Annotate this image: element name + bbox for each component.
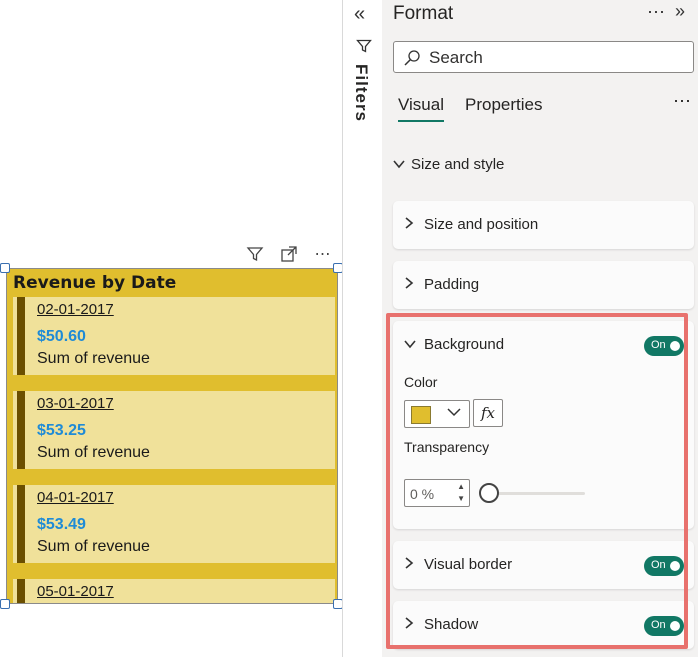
expand-chevron-icon[interactable]: » [675,1,685,22]
row-accent-bar [17,485,25,563]
section-label: Size and style [411,156,505,173]
pane-title: Format [393,3,454,24]
card-visual[interactable]: Revenue by Date 02-01-2017 $50.60 Sum of… [6,268,338,604]
row-date: 03-01-2017 [37,395,114,412]
toggle-knob [670,341,680,351]
group-label: Visual border [424,556,513,573]
list-item[interactable]: 02-01-2017 $50.60 Sum of revenue [13,297,335,375]
group-header: Padding [404,276,479,293]
row-label: Sum of revenue [37,444,150,461]
chevron-down-icon [447,406,461,421]
group-background: Background On Color fx Transparency 0 % … [393,321,694,529]
row-label: Sum of revenue [37,538,150,555]
row-date: 04-01-2017 [37,489,114,506]
group-header[interactable]: Background [404,336,504,353]
filter-icon[interactable] [356,38,372,59]
shadow-toggle[interactable]: On [644,616,684,636]
color-picker[interactable] [404,400,470,428]
toggle-label: On [651,339,666,351]
group-size-and-position[interactable]: Size and position [393,201,694,249]
chevron-down-icon [393,157,405,172]
list-item[interactable]: 03-01-2017 $53.25 Sum of revenue [13,391,335,469]
search-icon [403,49,421,72]
conditional-format-button[interactable]: fx [473,399,503,427]
report-canvas: ⋯ Revenue by Date 02-01-2017 $50.60 Sum … [0,0,343,657]
background-toggle[interactable]: On [644,336,684,356]
group-label: Shadow [424,616,479,633]
filters-label[interactable]: Filters [351,64,371,122]
filters-pane-collapsed: « Filters [342,0,382,657]
visual-header: ⋯ [244,243,334,265]
search-input[interactable]: Search [393,41,694,73]
toggle-label: On [651,559,666,571]
group-shadow[interactable]: Shadow On [393,601,694,649]
toggle-knob [670,561,680,571]
format-pane: Format ⋯ » Search Visual Properties ⋯ Si… [382,0,698,657]
list-item[interactable]: 04-01-2017 $53.49 Sum of revenue [13,485,335,563]
color-swatch [411,406,431,424]
pane-tabs: Visual Properties ⋯ [393,91,698,125]
section-size-and-style[interactable]: Size and style [393,156,504,173]
chevron-right-icon [404,617,416,632]
tab-properties[interactable]: Properties [465,95,542,115]
search-placeholder: Search [429,48,483,67]
row-value: $53.49 [37,516,86,533]
spinner-icon[interactable]: ▲ ▼ [457,481,465,505]
filter-icon[interactable] [244,243,266,265]
transparency-value: 0 % [410,486,435,502]
chevron-right-icon [404,277,416,292]
toggle-label: On [651,619,666,631]
row-value: $50.60 [37,328,86,345]
row-date: 02-01-2017 [37,301,114,318]
collapse-chevron-icon[interactable]: « [354,3,365,26]
transparency-label: Transparency [404,439,490,455]
group-label: Padding [424,276,480,293]
group-padding[interactable]: Padding [393,261,694,309]
row-accent-bar [17,579,25,603]
chevron-right-icon [404,557,416,572]
color-label: Color [404,374,438,390]
row-date: 05-01-2017 [37,583,114,600]
transparency-slider-thumb[interactable] [479,483,499,503]
resize-handle-top-left[interactable] [0,263,10,273]
focus-mode-icon[interactable] [278,243,300,265]
chevron-right-icon [404,217,416,232]
group-header: Size and position [404,216,538,233]
transparency-slider-track[interactable] [489,492,585,495]
transparency-input[interactable]: 0 % ▲ ▼ [404,479,470,507]
toggle-knob [670,621,680,631]
group-header: Shadow [404,616,478,633]
group-header: Visual border [404,556,512,573]
row-value: $53.25 [37,422,86,439]
group-visual-border[interactable]: Visual border On [393,541,694,589]
group-label: Background [424,336,505,353]
tab-visual[interactable]: Visual [398,95,444,122]
row-accent-bar [17,297,25,375]
visual-title: Revenue by Date [13,273,177,293]
more-options-icon[interactable]: ⋯ [312,243,334,265]
group-label: Size and position [424,216,539,233]
more-options-icon[interactable]: ⋯ [647,2,666,23]
row-accent-bar [17,391,25,469]
chevron-down-icon [404,337,416,352]
resize-handle-bottom-left[interactable] [0,599,10,609]
visual-border-toggle[interactable]: On [644,556,684,576]
more-options-icon[interactable]: ⋯ [673,91,692,112]
row-label: Sum of revenue [37,350,150,367]
list-item[interactable]: 05-01-2017 [13,579,335,603]
